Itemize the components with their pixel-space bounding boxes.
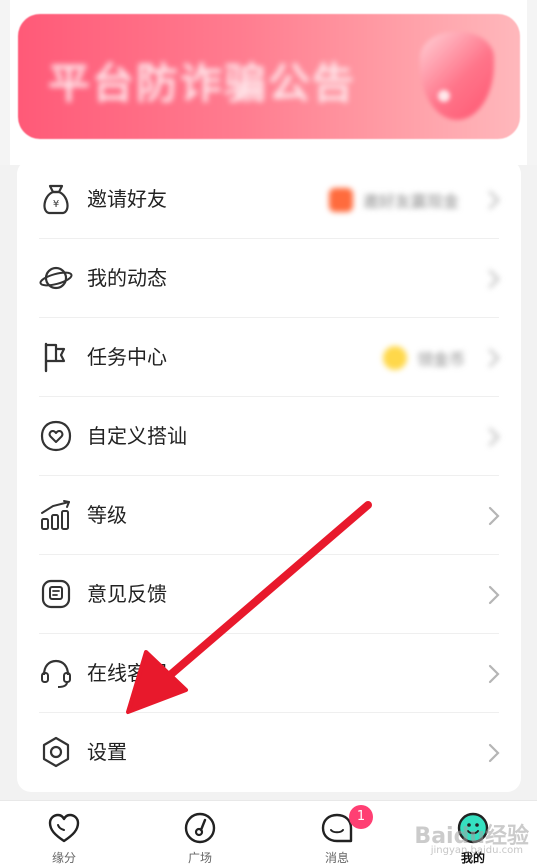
chevron-right-icon bbox=[488, 585, 500, 605]
chevron-right-icon bbox=[488, 427, 500, 447]
promo-icon bbox=[329, 188, 353, 212]
banner-title: 平台防诈骗公告 bbox=[48, 59, 357, 108]
menu-item-settings[interactable]: 设置 bbox=[17, 713, 521, 792]
promo-text: 邀好友赢现金 bbox=[363, 192, 460, 211]
coin-icon bbox=[383, 346, 407, 370]
heart-bubble-icon bbox=[40, 420, 72, 452]
menu-item-label: 邀请好友 bbox=[87, 187, 167, 211]
menu-item-my-posts[interactable]: 我的动态 bbox=[17, 239, 521, 318]
menu-item-feedback[interactable]: 意见反馈 bbox=[17, 555, 521, 634]
menu-item-invite-friends[interactable]: ¥ 邀请好友 邀好友赢现金 bbox=[17, 160, 521, 239]
promo-text: 领金币 bbox=[417, 350, 466, 369]
level-bars-icon bbox=[41, 500, 70, 530]
menu-item-task-center[interactable]: 任务中心 领金币 bbox=[17, 318, 521, 397]
chevron-right-icon bbox=[488, 506, 500, 526]
tab-label: 消息 bbox=[324, 851, 349, 865]
shield-icon bbox=[420, 32, 494, 120]
menu-item-label: 在线客服 bbox=[87, 661, 167, 685]
menu-item-label: 等级 bbox=[87, 503, 127, 527]
tab-square[interactable]: 广场 bbox=[150, 801, 250, 867]
menu-item-label: 意见反馈 bbox=[87, 582, 167, 606]
svg-text:¥: ¥ bbox=[53, 199, 59, 210]
money-bag-icon: ¥ bbox=[43, 184, 69, 215]
menu-item-label: 我的动态 bbox=[87, 266, 167, 290]
planet-icon bbox=[39, 266, 73, 290]
chevron-right-icon bbox=[488, 743, 500, 763]
heart-tab-icon bbox=[48, 813, 80, 843]
task-coin-promo: 领金币 bbox=[383, 344, 483, 372]
tab-messages[interactable]: 1 消息 bbox=[287, 801, 387, 867]
menu-item-level[interactable]: 等级 bbox=[17, 476, 521, 555]
feedback-icon bbox=[41, 579, 71, 609]
banner-edge-left bbox=[0, 0, 10, 165]
menu-item-custom-greeting[interactable]: 自定义搭讪 bbox=[17, 397, 521, 476]
menu-item-label: 任务中心 bbox=[87, 345, 167, 369]
chevron-right-icon bbox=[488, 664, 500, 684]
banner-edge-right bbox=[527, 0, 537, 165]
chevron-right-icon bbox=[488, 348, 500, 368]
invite-promo: 邀好友赢现金 bbox=[329, 186, 479, 214]
unread-badge: 1 bbox=[349, 805, 373, 829]
headset-icon bbox=[41, 659, 71, 688]
flag-icon bbox=[44, 342, 66, 373]
chevron-right-icon bbox=[488, 190, 500, 210]
menu-item-label: 设置 bbox=[87, 740, 127, 764]
tab-label: 缘分 bbox=[51, 851, 76, 865]
tab-fate[interactable]: 缘分 bbox=[14, 801, 114, 867]
tab-label: 广场 bbox=[187, 851, 212, 865]
menu-item-label: 自定义搭讪 bbox=[87, 424, 187, 448]
banner-area: 平台防诈骗公告 bbox=[0, 0, 537, 165]
menu-card: ¥ 邀请好友 邀好友赢现金 我的动态 任务中心 领金币 自定义搭讪 等级 意见反… bbox=[17, 160, 521, 792]
announcement-banner[interactable]: 平台防诈骗公告 bbox=[18, 14, 520, 139]
menu-item-customer-service[interactable]: 在线客服 bbox=[17, 634, 521, 713]
chevron-right-icon bbox=[488, 269, 500, 289]
watermark-url: jingyan.baidu.com bbox=[430, 845, 523, 856]
settings-hex-icon bbox=[42, 736, 70, 768]
compass-tab-icon bbox=[184, 812, 216, 844]
